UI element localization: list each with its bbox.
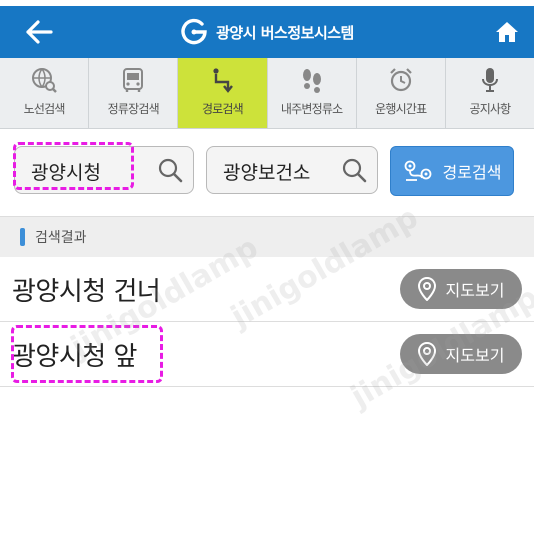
- tab-label: 운행시간표: [375, 102, 427, 116]
- globe-search-icon: [32, 68, 57, 93]
- search-icon[interactable]: [341, 157, 367, 183]
- tab-label: 경로검색: [201, 102, 244, 116]
- destination-input[interactable]: 광양보건소: [206, 146, 378, 194]
- view-map-label: 지도보기: [445, 346, 505, 365]
- route-path-icon: [404, 160, 431, 181]
- route-search-label: 경로검색: [442, 163, 502, 182]
- tab-label: 내주변정류소: [280, 102, 343, 116]
- stop-name: 광양시청 건너: [12, 277, 161, 307]
- bus-icon: [123, 68, 144, 92]
- map-pin-icon: [417, 277, 436, 301]
- app-header: 광양시 버스정보시스템: [0, 6, 534, 58]
- section-marker: [20, 228, 25, 246]
- alarm-clock-icon: [389, 68, 412, 92]
- destination-value: 광양보건소: [223, 162, 311, 184]
- highlight-box: [11, 325, 163, 383]
- tab-route-search[interactable]: 노선검색: [0, 58, 90, 128]
- tab-nearby-stops[interactable]: 내주변정류소: [268, 58, 357, 128]
- list-item[interactable]: 광양시청 건너 지도보기: [0, 257, 534, 322]
- tab-label: 공지사항: [469, 102, 511, 116]
- tab-path-search[interactable]: 경로검색: [178, 58, 268, 128]
- highlight-box: [13, 142, 134, 190]
- tab-label: 정류장검색: [107, 102, 160, 116]
- map-pin-icon: [417, 342, 436, 366]
- route-search-button[interactable]: 경로검색: [390, 146, 514, 196]
- header-title-group: 광양시 버스정보시스템: [0, 6, 534, 58]
- results-header-label: 검색결과: [35, 230, 87, 246]
- tab-label: 노선검색: [23, 102, 66, 116]
- view-map-label: 지도보기: [445, 281, 505, 300]
- footprints-icon: [302, 69, 321, 93]
- home-icon[interactable]: [494, 19, 520, 45]
- microphone-icon: [481, 68, 498, 92]
- page-title: 광양시 버스정보시스템: [216, 23, 354, 42]
- tab-notices[interactable]: 공지사항: [446, 58, 534, 128]
- results-header: 검색결과: [0, 216, 534, 257]
- main-tab-bar: 노선검색 정류장검색 경로검색 내주변정류소 운행시간표 공지사항: [0, 58, 534, 129]
- view-map-button[interactable]: 지도보기: [400, 269, 522, 309]
- route-icon: [213, 68, 234, 93]
- tab-stop-search[interactable]: 정류장검색: [89, 58, 179, 128]
- logo-icon: [181, 18, 207, 45]
- tab-timetable[interactable]: 운행시간표: [357, 58, 446, 128]
- view-map-button[interactable]: 지도보기: [400, 334, 522, 374]
- search-icon[interactable]: [157, 157, 183, 183]
